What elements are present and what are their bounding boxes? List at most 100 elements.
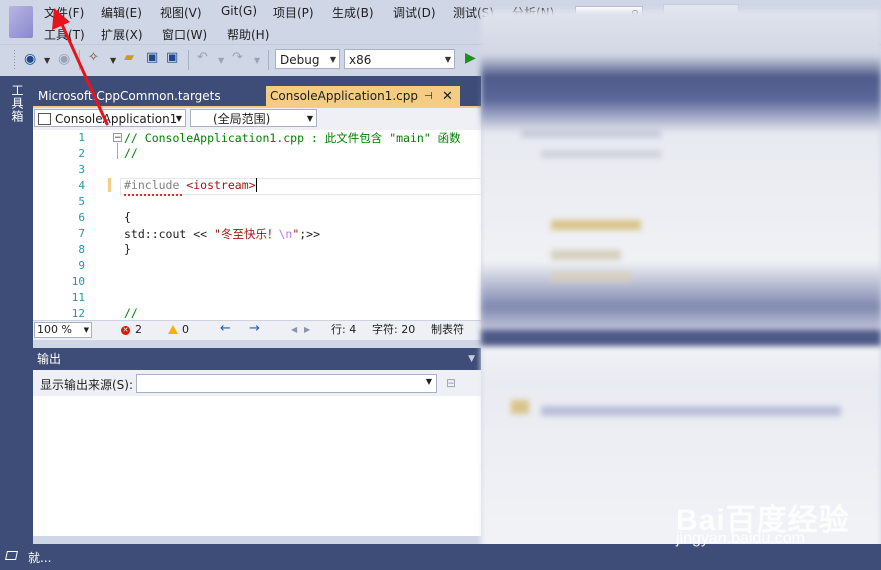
column-position: 字符: 20 <box>372 323 416 336</box>
chevron-down-icon[interactable]: ▼ <box>110 53 116 69</box>
menu-extensions[interactable]: 扩展(X) <box>101 26 143 43</box>
chevron-down-icon: ▼ <box>444 55 451 64</box>
menu-debug[interactable]: 调试(D) <box>393 4 436 21</box>
warning-count[interactable]: 0 <box>182 322 189 338</box>
line-number: 11 <box>71 291 85 304</box>
menu-file[interactable]: 文件(F) <box>44 4 84 21</box>
save-all-icon[interactable]: ▣ <box>166 50 178 66</box>
menu-edit[interactable]: 编辑(E) <box>101 4 142 21</box>
line-number: 6 <box>78 211 85 224</box>
undo-icon[interactable]: ↶ <box>197 50 208 66</box>
status-text: 就... <box>28 551 52 565</box>
line-number: 3 <box>78 163 85 176</box>
close-icon[interactable]: ✕ <box>442 86 453 107</box>
previous-issue-icon[interactable]: ← <box>220 321 231 337</box>
output-panel-title: 输出 <box>37 352 62 366</box>
menu-project[interactable]: 项目(P) <box>273 4 314 21</box>
redo-icon[interactable]: ↷ <box>232 50 243 66</box>
line-number: 8 <box>78 243 85 256</box>
error-icon[interactable]: ✕ <box>121 326 130 335</box>
line-number: 12 <box>71 307 85 320</box>
next-issue-icon[interactable]: → <box>249 321 260 337</box>
pin-icon[interactable]: ⊣ <box>424 86 433 107</box>
menu-help[interactable]: 帮助(H) <box>227 26 269 43</box>
error-squiggle <box>124 191 182 196</box>
scroll-right-icon[interactable]: ▶ <box>304 322 310 338</box>
project-scope-value: ConsoleApplication1 <box>55 112 178 126</box>
chevron-down-icon: ▼ <box>425 377 432 386</box>
open-folder-icon[interactable]: ▰ <box>124 50 134 66</box>
menu-tools[interactable]: 工具(T) <box>44 26 85 43</box>
tab-consoleapplication1-cpp[interactable]: ConsoleApplication1.cpp ⊣ ✕ <box>266 86 460 107</box>
configuration-value: Debug <box>280 53 320 67</box>
tab-label: ConsoleApplication1.cpp <box>270 89 418 103</box>
chevron-down-icon[interactable]: ▼ <box>44 53 50 69</box>
menu-git[interactable]: Git(G) <box>221 4 257 18</box>
line-number: 4 <box>78 179 85 192</box>
collapse-outline-icon[interactable]: − <box>113 133 122 143</box>
new-project-icon[interactable]: ✧ <box>88 50 99 66</box>
code-editor[interactable] <box>33 130 481 320</box>
member-scope-value: (全局范围) <box>213 112 271 126</box>
change-indicator <box>108 178 111 192</box>
toolbar-grip[interactable] <box>14 50 15 70</box>
include-header: <iostream> <box>179 178 256 192</box>
scroll-left-icon[interactable]: ◀ <box>291 322 297 338</box>
toolbar-separator <box>79 50 80 70</box>
tab-mode[interactable]: 制表符 <box>431 322 464 338</box>
left-dock-strip <box>0 76 33 544</box>
error-count[interactable]: 2 <box>135 322 142 338</box>
save-icon[interactable]: ▣ <box>146 50 158 66</box>
code-line-7: std::cout << "冬至快乐！\n";>> <box>124 226 320 242</box>
platform-value: x86 <box>349 53 372 67</box>
output-text-area[interactable] <box>33 396 481 536</box>
escape-sequence: \n <box>278 227 293 241</box>
toolbox-tab[interactable]: 工具箱 <box>6 84 26 132</box>
solution-platform-select[interactable]: x86 ▼ <box>344 49 455 69</box>
output-panel-header: 输出 ▼ <box>33 348 481 370</box>
code-line-6: { <box>124 210 131 224</box>
text-caret <box>255 178 257 192</box>
visual-studio-logo-icon <box>9 6 33 38</box>
outline-guide <box>117 143 118 159</box>
chevron-down-icon[interactable]: ▼ <box>468 348 475 370</box>
code-line-8: } <box>124 242 131 256</box>
tab-cppcommon-targets[interactable]: Microsoft.CppCommon.targets <box>34 86 264 106</box>
code-line-12: // <box>124 306 138 320</box>
navigate-forward-icon[interactable]: ◉ <box>58 51 70 67</box>
statement-end: ;>> <box>299 227 321 241</box>
splitter[interactable] <box>33 340 481 348</box>
chevron-down-icon[interactable]: ▼ <box>218 53 224 69</box>
blurred-window-region <box>481 10 881 570</box>
solution-configuration-select[interactable]: Debug ▼ <box>275 49 340 69</box>
chevron-down-icon: ▼ <box>306 114 313 123</box>
menu-build[interactable]: 生成(B) <box>332 4 374 21</box>
baidu-jingyan-watermark-url: jingyan.baidu.com <box>676 530 805 547</box>
project-scope-select[interactable]: ConsoleApplication1 ▼ <box>34 109 186 127</box>
member-scope-select[interactable]: (全局范围) ▼ <box>190 109 317 127</box>
zoom-select[interactable]: 100 % ▼ <box>34 322 92 338</box>
chevron-down-icon: ▼ <box>329 55 336 64</box>
string-literal: "冬至快乐！ <box>214 227 279 241</box>
menu-view[interactable]: 视图(V) <box>160 4 202 21</box>
chevron-down-icon: ▼ <box>83 326 89 334</box>
project-icon <box>38 113 51 125</box>
code-line-4: #include <iostream> <box>124 178 257 192</box>
line-number: 10 <box>71 275 85 288</box>
clear-output-icon[interactable]: ⊟ <box>446 376 456 390</box>
output-source-label: 显示输出来源(S): <box>40 378 134 392</box>
output-source-select[interactable]: ▼ <box>136 374 437 393</box>
menu-window[interactable]: 窗口(W) <box>162 26 207 43</box>
line-number: 7 <box>78 227 85 240</box>
navigate-back-icon[interactable]: ◉ <box>24 51 36 67</box>
line-number: 5 <box>78 195 85 208</box>
toolbar-separator <box>268 50 269 70</box>
start-debugging-icon[interactable]: ▶ <box>465 50 476 66</box>
code-line-2: // <box>124 146 138 160</box>
chevron-down-icon[interactable]: ▼ <box>254 53 260 69</box>
line-number: 9 <box>78 259 85 272</box>
line-number: 2 <box>78 147 85 160</box>
warning-icon[interactable] <box>168 325 178 334</box>
toolbar-separator <box>188 50 189 70</box>
line-position: 行: 4 <box>331 323 357 336</box>
